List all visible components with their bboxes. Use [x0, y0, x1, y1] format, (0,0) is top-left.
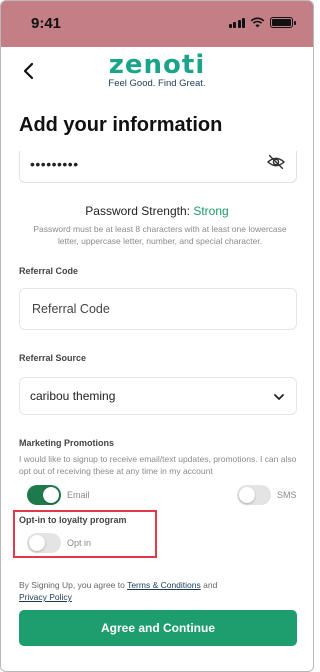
zenoti-logo: zenoti Feel Good. Find Great.: [1, 51, 313, 89]
password-value: •••••••••: [30, 156, 79, 172]
referral-code-label: Referral Code: [19, 266, 79, 276]
wifi-icon: [250, 17, 265, 28]
status-icons: [228, 17, 296, 28]
status-time: 9:41: [31, 15, 62, 32]
chevron-down-icon: [274, 394, 284, 400]
battery-icon: [270, 17, 296, 28]
password-hint: Password must be at least 8 characters w…: [33, 224, 287, 246]
signal-icon: [228, 17, 245, 28]
phone-screen: 9:41 zenoti Feel Good. Find Great. Add y…: [0, 0, 314, 672]
logo-tagline: Feel Good. Find Great.: [108, 78, 206, 89]
agree-continue-button[interactable]: Agree and Continue: [19, 610, 297, 646]
password-strength-value: Strong: [193, 204, 229, 218]
agreement-text: By Signing Up, you agree to Terms & Cond…: [19, 579, 299, 603]
password-field[interactable]: •••••••••: [19, 151, 297, 183]
loyalty-optin-label: Opt in: [67, 538, 92, 548]
terms-link[interactable]: Terms & Conditions: [127, 580, 201, 590]
agreement-prefix: By Signing Up, you agree to: [19, 580, 125, 590]
password-strength: Password Strength: Strong: [1, 204, 313, 218]
status-bar: 9:41: [1, 1, 313, 47]
agreement-conjunction: and: [203, 580, 218, 590]
email-toggle-label: Email: [67, 490, 90, 500]
referral-source-select[interactable]: caribou theming: [19, 377, 297, 415]
sms-toggle[interactable]: [237, 485, 271, 505]
sms-toggle-label: SMS: [277, 490, 297, 500]
marketing-description: I would like to signup to receive email/…: [19, 454, 297, 476]
referral-source-value: caribou theming: [30, 389, 116, 403]
eye-slash-icon[interactable]: [266, 154, 286, 170]
loyalty-optin-toggle[interactable]: [27, 533, 61, 553]
logo-wordmark: zenoti: [108, 50, 206, 80]
privacy-policy-link[interactable]: Privacy Policy: [19, 592, 72, 602]
page-title: Add your information: [19, 114, 223, 136]
referral-code-input[interactable]: [19, 288, 297, 330]
loyalty-label: Opt-in to loyalty program: [19, 515, 127, 525]
marketing-label: Marketing Promotions: [19, 438, 115, 448]
email-toggle[interactable]: [27, 485, 61, 505]
password-strength-label: Password Strength:: [85, 204, 190, 218]
referral-source-label: Referral Source: [19, 353, 87, 363]
